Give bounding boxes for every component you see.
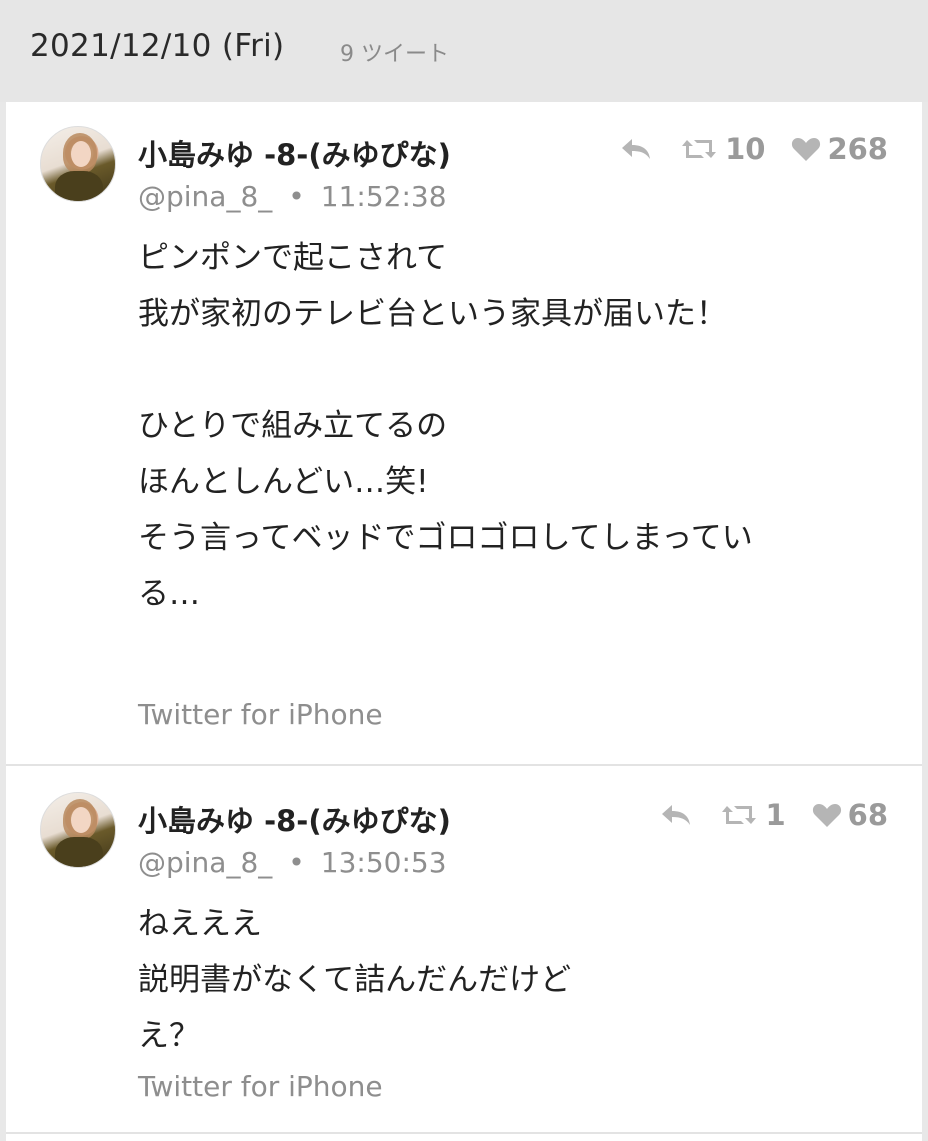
tweet-text: ピンポンで起こされて 我が家初のテレビ台という家具が届いた！ ひとりで組み立てる… [138, 230, 753, 622]
retweet-button[interactable]: 1 [719, 798, 786, 832]
text-line: る… [138, 576, 200, 612]
retweet-count: 1 [765, 798, 786, 832]
text-line: ねえええ [138, 906, 262, 942]
like-button[interactable]: 68 [812, 798, 888, 832]
text-line [138, 342, 753, 398]
tweet-item[interactable]: 小島みゆ -8-(みゆぴな) @pina_8_ • 11:52:38 10 268 … [6, 102, 922, 766]
tweet-actions: 1 68 [659, 798, 888, 832]
reply-button[interactable] [659, 802, 693, 828]
tweet-source: Twitter for iPhone [138, 1070, 383, 1103]
like-count: 268 [827, 132, 888, 166]
display-name[interactable]: 小島みゆ -8-(みゆぴな) [138, 798, 451, 840]
timestamp[interactable]: 11:52:38 [321, 180, 447, 213]
separator-dot: • [288, 180, 305, 213]
tweet-actions: 10 268 [619, 132, 888, 166]
handle-and-time: @pina_8_ • 13:50:53 [138, 846, 447, 879]
avatar[interactable] [40, 126, 116, 202]
text-line: 我が家初のテレビ台という家具が届いた！ [138, 296, 727, 332]
retweet-count: 10 [725, 132, 766, 166]
day-header: 2021/12/10 (Fri) 9 ツイート [0, 0, 928, 102]
text-line: ピンポンで起こされて [138, 240, 448, 276]
retweet-icon [682, 140, 717, 158]
like-button[interactable]: 268 [791, 132, 888, 166]
avatar[interactable] [40, 792, 116, 868]
heart-icon [812, 804, 841, 827]
display-name[interactable]: 小島みゆ -8-(みゆぴな) [138, 132, 451, 174]
reply-button[interactable] [619, 136, 653, 162]
tweet-source: Twitter for iPhone [138, 698, 383, 731]
handle[interactable]: @pina_8_ [138, 180, 272, 213]
text-line: ほんとしんどい…笑! [138, 464, 429, 500]
text-line: ひとりで組み立てるの [138, 408, 448, 444]
tweet-feed: 小島みゆ -8-(みゆぴな) @pina_8_ • 11:52:38 10 268 … [6, 102, 922, 1141]
reply-icon [622, 139, 651, 159]
tweet-item[interactable]: 小島みゆ -8-(みゆぴな) @pina_8_ • 13:50:53 1 68 ねえ… [6, 768, 922, 1134]
handle[interactable]: @pina_8_ [138, 846, 272, 879]
like-count: 68 [847, 798, 888, 832]
timestamp[interactable]: 13:50:53 [321, 846, 447, 879]
separator-dot: • [288, 846, 305, 879]
tweet-count: 9 ツイート [340, 42, 449, 67]
text-line: え？ [138, 1018, 200, 1054]
tweet-text: ねえええ 説明書がなくて詰んだんだけど え？ [138, 896, 571, 1064]
retweet-button[interactable]: 10 [679, 132, 765, 166]
handle-and-time: @pina_8_ • 11:52:38 [138, 180, 447, 213]
reply-icon [662, 805, 691, 825]
date-label: 2021/12/10 (Fri) [30, 28, 285, 64]
retweet-icon [722, 806, 757, 824]
heart-icon [792, 138, 821, 161]
text-line: 説明書がなくて詰んだんだけど [138, 962, 572, 998]
text-line: そう言ってベッドでゴロゴロしてしまってい [138, 520, 753, 556]
